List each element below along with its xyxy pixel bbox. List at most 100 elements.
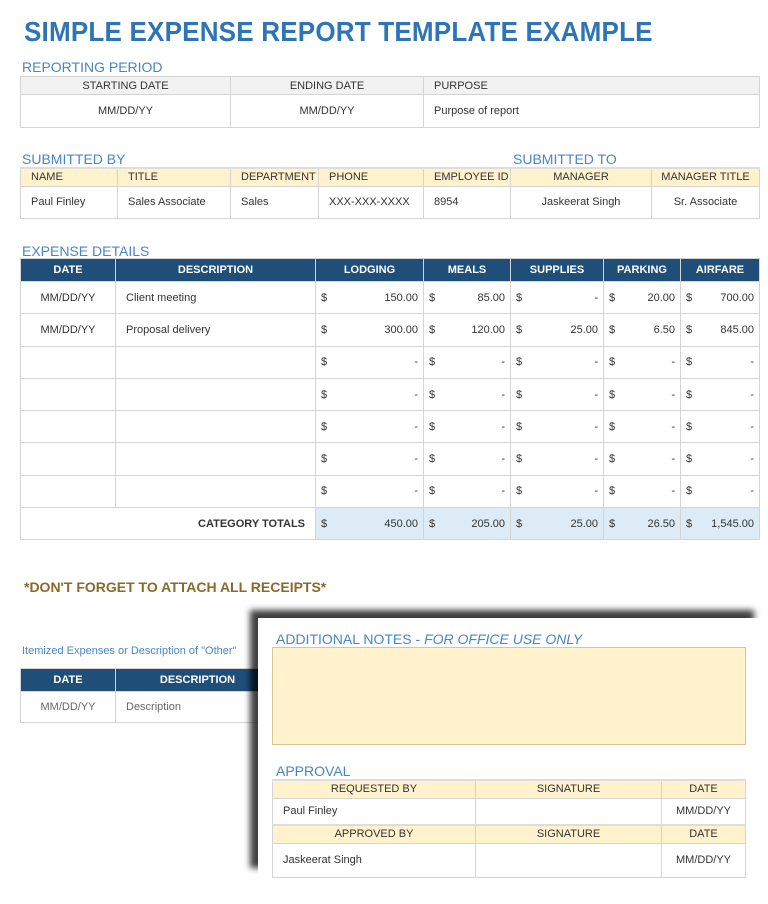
amount-cell[interactable]: $ - [680, 377, 760, 412]
amount-cell[interactable]: $700.00 [680, 280, 760, 315]
amount-cell[interactable]: $26.50 [603, 507, 681, 541]
currency-symbol: $ [686, 517, 693, 530]
currency-symbol: $ [686, 388, 693, 401]
header-date: DATE [661, 779, 746, 799]
amount-cell[interactable]: $ - [603, 345, 681, 379]
date-cell[interactable] [20, 345, 116, 379]
description-cell[interactable] [115, 345, 316, 379]
description-cell[interactable]: Client meeting [115, 280, 316, 315]
receipts-reminder: *DON'T FORGET TO ATTACH ALL RECEIPTS* [24, 579, 327, 595]
approved-signature-cell[interactable] [475, 842, 662, 878]
requested-signature-cell[interactable] [475, 797, 662, 826]
department-cell[interactable]: Sales [230, 185, 319, 219]
amount-cell[interactable]: $ - [510, 280, 604, 315]
phone-cell[interactable]: XXX-XXX-XXXX [318, 185, 424, 219]
date-cell[interactable] [20, 442, 116, 476]
amount-cell[interactable]: $ - [680, 474, 760, 509]
currency-symbol: $ [321, 388, 328, 401]
header-supplies: SUPPLIES [510, 258, 604, 282]
manager-title-cell[interactable]: Sr. Associate [651, 185, 760, 219]
currency-symbol: $ [321, 517, 328, 530]
amount-cell[interactable]: $ - [603, 474, 681, 509]
amount-cell[interactable]: $85.00 [423, 280, 511, 315]
amount-cell[interactable]: $845.00 [680, 313, 760, 347]
approved-date-cell[interactable]: MM/DD/YY [661, 842, 746, 878]
starting-date-cell[interactable]: MM/DD/YY [20, 94, 231, 128]
amount-cell[interactable]: $25.00 [510, 507, 604, 541]
amount-cell[interactable]: $ - [680, 345, 760, 379]
date-cell[interactable] [20, 410, 116, 444]
manager-cell[interactable]: Jaskeerat Singh [510, 185, 652, 219]
currency-symbol: $ [516, 453, 523, 466]
amount-cell[interactable]: $ - [315, 377, 424, 412]
employee-id-cell[interactable]: 8954 [423, 185, 511, 219]
amount-cell[interactable]: $ - [423, 474, 511, 509]
date-cell[interactable] [20, 377, 116, 412]
currency-symbol: $ [321, 420, 328, 433]
date-cell[interactable]: MM/DD/YY [20, 280, 116, 315]
amount-cell[interactable]: $20.00 [603, 280, 681, 315]
description-cell[interactable] [115, 410, 316, 444]
name-cell[interactable]: Paul Finley [20, 185, 118, 219]
amount-cell[interactable]: $ - [315, 474, 424, 509]
itemized-date-cell[interactable]: MM/DD/YY [20, 691, 116, 723]
amount-cell[interactable]: $1,545.00 [680, 507, 760, 541]
currency-symbol: $ [609, 291, 616, 304]
amount-value: - [750, 420, 754, 433]
amount-cell[interactable]: $ - [510, 345, 604, 379]
amount-cell[interactable]: $ - [423, 345, 511, 379]
amount-cell[interactable]: $ - [315, 442, 424, 476]
requested-by-cell[interactable]: Paul Finley [272, 797, 476, 826]
header-name: NAME [20, 167, 118, 187]
amount-cell[interactable]: $205.00 [423, 507, 511, 541]
header-manager: MANAGER [510, 167, 652, 187]
amount-cell[interactable]: $ - [423, 377, 511, 412]
description-cell[interactable] [115, 377, 316, 412]
purpose-cell[interactable]: Purpose of report [423, 94, 760, 128]
additional-notes-label: ADDITIONAL NOTES - FOR OFFICE USE ONLY [276, 631, 582, 647]
amount-cell[interactable]: $ - [423, 442, 511, 476]
amount-cell[interactable]: $ - [510, 442, 604, 476]
title-cell[interactable]: Sales Associate [117, 185, 231, 219]
amount-cell[interactable]: $ - [315, 345, 424, 379]
amount-value: - [594, 356, 598, 369]
additional-notes-field[interactable] [272, 647, 746, 745]
description-cell[interactable] [115, 474, 316, 509]
date-cell[interactable]: MM/DD/YY [20, 313, 116, 347]
amount-value: 26.50 [647, 517, 675, 530]
amount-cell[interactable]: $150.00 [315, 280, 424, 315]
date-cell[interactable] [20, 474, 116, 509]
itemized-description-cell[interactable]: Description [115, 691, 280, 723]
amount-cell[interactable]: $ - [603, 377, 681, 412]
approved-by-cell[interactable]: Jaskeerat Singh [272, 842, 476, 878]
amount-cell[interactable]: $450.00 [315, 507, 424, 541]
approval-label: APPROVAL [276, 763, 351, 779]
amount-value: - [671, 388, 675, 401]
amount-cell[interactable]: $25.00 [510, 313, 604, 347]
amount-cell[interactable]: $ - [510, 410, 604, 444]
amount-cell[interactable]: $ - [315, 410, 424, 444]
amount-cell[interactable]: $ - [423, 410, 511, 444]
amount-value: - [671, 485, 675, 498]
amount-cell[interactable]: $ - [510, 377, 604, 412]
amount-cell[interactable]: $ - [680, 442, 760, 476]
currency-symbol: $ [609, 323, 616, 336]
currency-symbol: $ [516, 517, 523, 530]
currency-symbol: $ [321, 453, 328, 466]
amount-cell[interactable]: $300.00 [315, 313, 424, 347]
amount-cell[interactable]: $120.00 [423, 313, 511, 347]
amount-cell[interactable]: $ - [603, 410, 681, 444]
amount-value: - [594, 485, 598, 498]
submitted-table: NAME TITLE DEPARTMENT PHONE EMPLOYEE ID MANAG… [20, 167, 760, 219]
amount-cell[interactable]: $ - [603, 442, 681, 476]
description-cell[interactable]: Proposal delivery [115, 313, 316, 347]
amount-cell[interactable]: $6.50 [603, 313, 681, 347]
amount-cell[interactable]: $ - [510, 474, 604, 509]
amount-cell[interactable]: $ - [680, 410, 760, 444]
requested-date-cell[interactable]: MM/DD/YY [661, 797, 746, 826]
expense-details-table: DATE DESCRIPTION LODGING MEALS SUPPLIES PARKI… [20, 258, 760, 541]
ending-date-cell[interactable]: MM/DD/YY [230, 94, 424, 128]
expense-row: $ - $ - $ - $ - $ - [20, 474, 760, 509]
currency-symbol: $ [609, 388, 616, 401]
description-cell[interactable] [115, 442, 316, 476]
